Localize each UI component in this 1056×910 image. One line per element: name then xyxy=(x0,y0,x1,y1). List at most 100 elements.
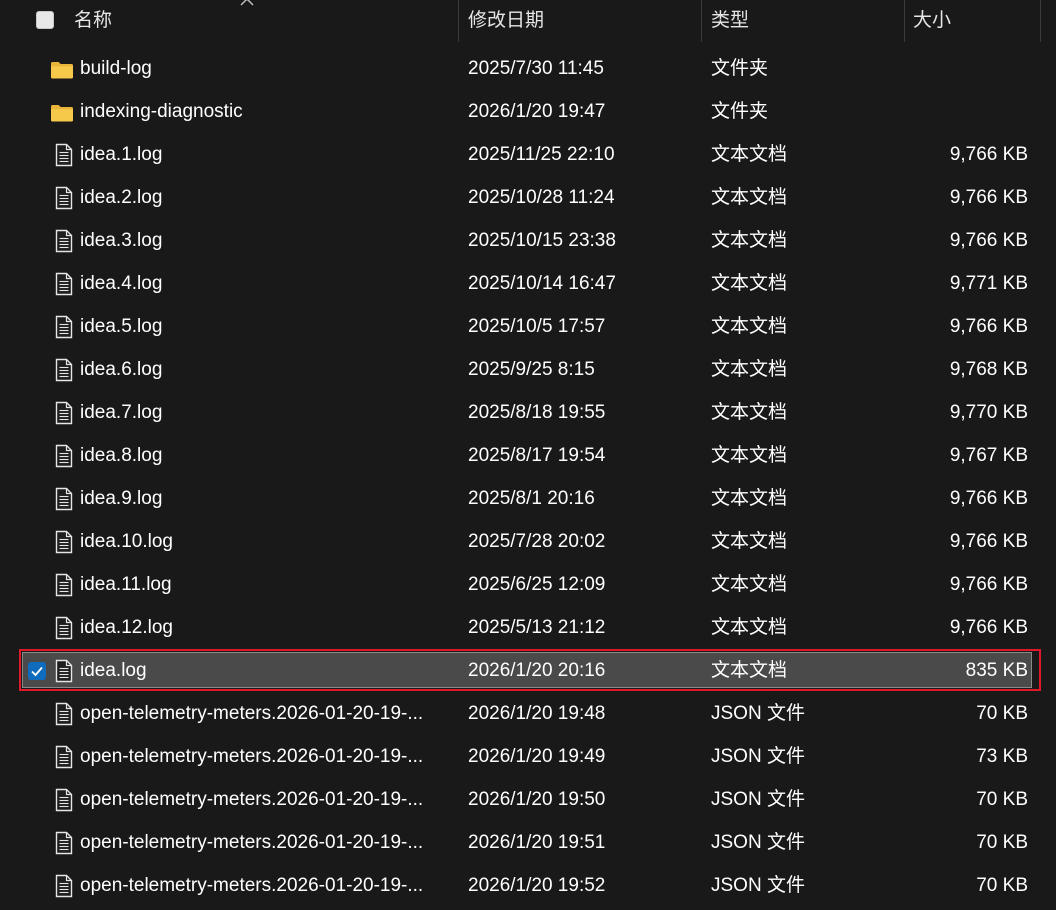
file-date: 2026/1/20 20:16 xyxy=(468,660,606,681)
file-size: 9,766 KB xyxy=(949,144,1028,165)
sort-ascending-icon[interactable] xyxy=(240,0,254,8)
document-icon xyxy=(52,573,76,597)
folder-icon xyxy=(50,58,74,82)
document-icon xyxy=(52,186,76,210)
file-date: 2026/1/20 19:49 xyxy=(468,746,606,767)
document-icon xyxy=(52,788,76,812)
file-type: JSON 文件 xyxy=(711,832,805,853)
document-icon xyxy=(52,530,76,554)
file-date: 2025/11/25 22:10 xyxy=(468,144,615,165)
file-date: 2025/6/25 12:09 xyxy=(468,574,606,595)
column-header-name[interactable]: 名称 xyxy=(74,0,112,42)
file-name: idea.2.log xyxy=(80,187,163,208)
file-row[interactable]: idea.7.log 2025/8/18 19:55 文本文档 9,770 KB xyxy=(0,393,1056,436)
column-divider[interactable] xyxy=(1040,0,1041,42)
file-date: 2026/1/20 19:50 xyxy=(468,789,606,810)
file-date: 2025/8/1 20:16 xyxy=(468,488,595,509)
file-name: idea.6.log xyxy=(80,359,163,380)
file-type: JSON 文件 xyxy=(711,789,805,810)
file-type: 文件夹 xyxy=(711,101,769,122)
file-type: 文件夹 xyxy=(711,58,769,79)
document-icon xyxy=(52,444,76,468)
file-date: 2025/10/15 23:38 xyxy=(468,230,616,251)
file-type: 文本文档 xyxy=(711,488,788,509)
document-icon xyxy=(52,358,76,382)
file-size: 9,768 KB xyxy=(949,359,1028,380)
file-row[interactable]: idea.1.log 2025/11/25 22:10 文本文档 9,766 KB xyxy=(0,135,1056,178)
file-row[interactable]: open-telemetry-meters.2026-01-20-19-... 2… xyxy=(0,780,1056,823)
file-row[interactable]: idea.10.log 2025/7/28 20:02 文本文档 9,766 KB xyxy=(0,522,1056,565)
file-name: indexing-diagnostic xyxy=(80,101,243,122)
file-type: 文本文档 xyxy=(711,144,788,165)
file-row[interactable]: idea.8.log 2025/8/17 19:54 文本文档 9,767 KB xyxy=(0,436,1056,479)
file-date: 2025/10/14 16:47 xyxy=(468,273,616,294)
file-date: 2025/8/18 19:55 xyxy=(468,402,606,423)
file-size: 9,766 KB xyxy=(949,316,1028,337)
file-name: idea.9.log xyxy=(80,488,163,509)
file-name: idea.4.log xyxy=(80,273,163,294)
file-type: 文本文档 xyxy=(711,187,788,208)
file-size: 9,766 KB xyxy=(949,531,1028,552)
file-size: 9,770 KB xyxy=(949,402,1028,423)
file-row[interactable]: idea.2.log 2025/10/28 11:24 文本文档 9,766 KB xyxy=(0,178,1056,221)
column-divider[interactable] xyxy=(701,0,702,42)
file-list: build-log 2025/7/30 11:45 文件夹 indexing-diag… xyxy=(0,49,1056,909)
column-header-date[interactable]: 修改日期 xyxy=(468,0,544,42)
file-date: 2025/8/17 19:54 xyxy=(468,445,606,466)
file-name: open-telemetry-meters.2026-01-20-19-... xyxy=(80,746,424,767)
file-type: 文本文档 xyxy=(711,273,788,294)
file-row[interactable]: idea.12.log 2025/5/13 21:12 文本文档 9,766 KB xyxy=(0,608,1056,651)
file-size: 9,766 KB xyxy=(949,488,1028,509)
file-date: 2025/9/25 8:15 xyxy=(468,359,595,380)
document-icon xyxy=(52,487,76,511)
file-type: 文本文档 xyxy=(711,230,788,251)
file-size: 835 KB xyxy=(965,660,1028,681)
select-all-checkbox[interactable] xyxy=(36,11,54,29)
file-name: idea.log xyxy=(80,660,147,681)
file-size: 9,771 KB xyxy=(949,273,1028,294)
column-header-type[interactable]: 类型 xyxy=(711,0,749,42)
file-size: 70 KB xyxy=(976,832,1028,853)
file-type: 文本文档 xyxy=(711,402,788,423)
file-name: idea.7.log xyxy=(80,402,163,423)
file-row[interactable]: idea.4.log 2025/10/14 16:47 文本文档 9,771 KB xyxy=(0,264,1056,307)
file-size: 9,766 KB xyxy=(949,230,1028,251)
column-divider[interactable] xyxy=(904,0,905,42)
file-date: 2026/1/20 19:47 xyxy=(468,101,606,122)
file-row[interactable]: idea.6.log 2025/9/25 8:15 文本文档 9,768 KB xyxy=(0,350,1056,393)
file-row[interactable]: idea.5.log 2025/10/5 17:57 文本文档 9,766 KB xyxy=(0,307,1056,350)
file-row[interactable]: open-telemetry-meters.2026-01-20-19-... 2… xyxy=(0,823,1056,866)
file-row[interactable]: idea.3.log 2025/10/15 23:38 文本文档 9,766 KB xyxy=(0,221,1056,264)
file-row[interactable]: idea.9.log 2025/8/1 20:16 文本文档 9,766 KB xyxy=(0,479,1056,522)
file-date: 2025/5/13 21:12 xyxy=(468,617,606,638)
file-name: open-telemetry-meters.2026-01-20-19-... xyxy=(80,875,424,896)
file-type: 文本文档 xyxy=(711,574,788,595)
file-type: 文本文档 xyxy=(711,316,788,337)
file-size: 70 KB xyxy=(976,875,1028,896)
document-icon xyxy=(52,702,76,726)
file-type: JSON 文件 xyxy=(711,875,805,896)
folder-row[interactable]: build-log 2025/7/30 11:45 文件夹 xyxy=(0,49,1056,92)
file-row[interactable]: idea.log 2026/1/20 20:16 文本文档 835 KB xyxy=(0,649,1056,694)
column-divider[interactable] xyxy=(458,0,459,42)
file-row[interactable]: open-telemetry-meters.2026-01-20-19-... 2… xyxy=(0,866,1056,909)
file-name: open-telemetry-meters.2026-01-20-19-... xyxy=(80,703,424,724)
file-name: open-telemetry-meters.2026-01-20-19-... xyxy=(80,789,424,810)
document-icon xyxy=(52,272,76,296)
file-type: 文本文档 xyxy=(711,617,788,638)
file-date: 2026/1/20 19:48 xyxy=(468,703,606,724)
file-row[interactable]: idea.11.log 2025/6/25 12:09 文本文档 9,766 KB xyxy=(0,565,1056,608)
row-checkbox[interactable] xyxy=(28,662,46,680)
document-icon xyxy=(52,874,76,898)
file-name: idea.5.log xyxy=(80,316,163,337)
file-name: idea.1.log xyxy=(80,144,163,165)
file-row[interactable]: open-telemetry-meters.2026-01-20-19-... 2… xyxy=(0,737,1056,780)
file-date: 2025/10/5 17:57 xyxy=(468,316,606,337)
file-row[interactable]: open-telemetry-meters.2026-01-20-19-... 2… xyxy=(0,694,1056,737)
folder-row[interactable]: indexing-diagnostic 2026/1/20 19:47 文件夹 xyxy=(0,92,1056,135)
file-size: 70 KB xyxy=(976,789,1028,810)
document-icon xyxy=(52,229,76,253)
file-size: 9,766 KB xyxy=(949,574,1028,595)
file-type: 文本文档 xyxy=(711,359,788,380)
column-header-size[interactable]: 大小 xyxy=(913,0,951,42)
